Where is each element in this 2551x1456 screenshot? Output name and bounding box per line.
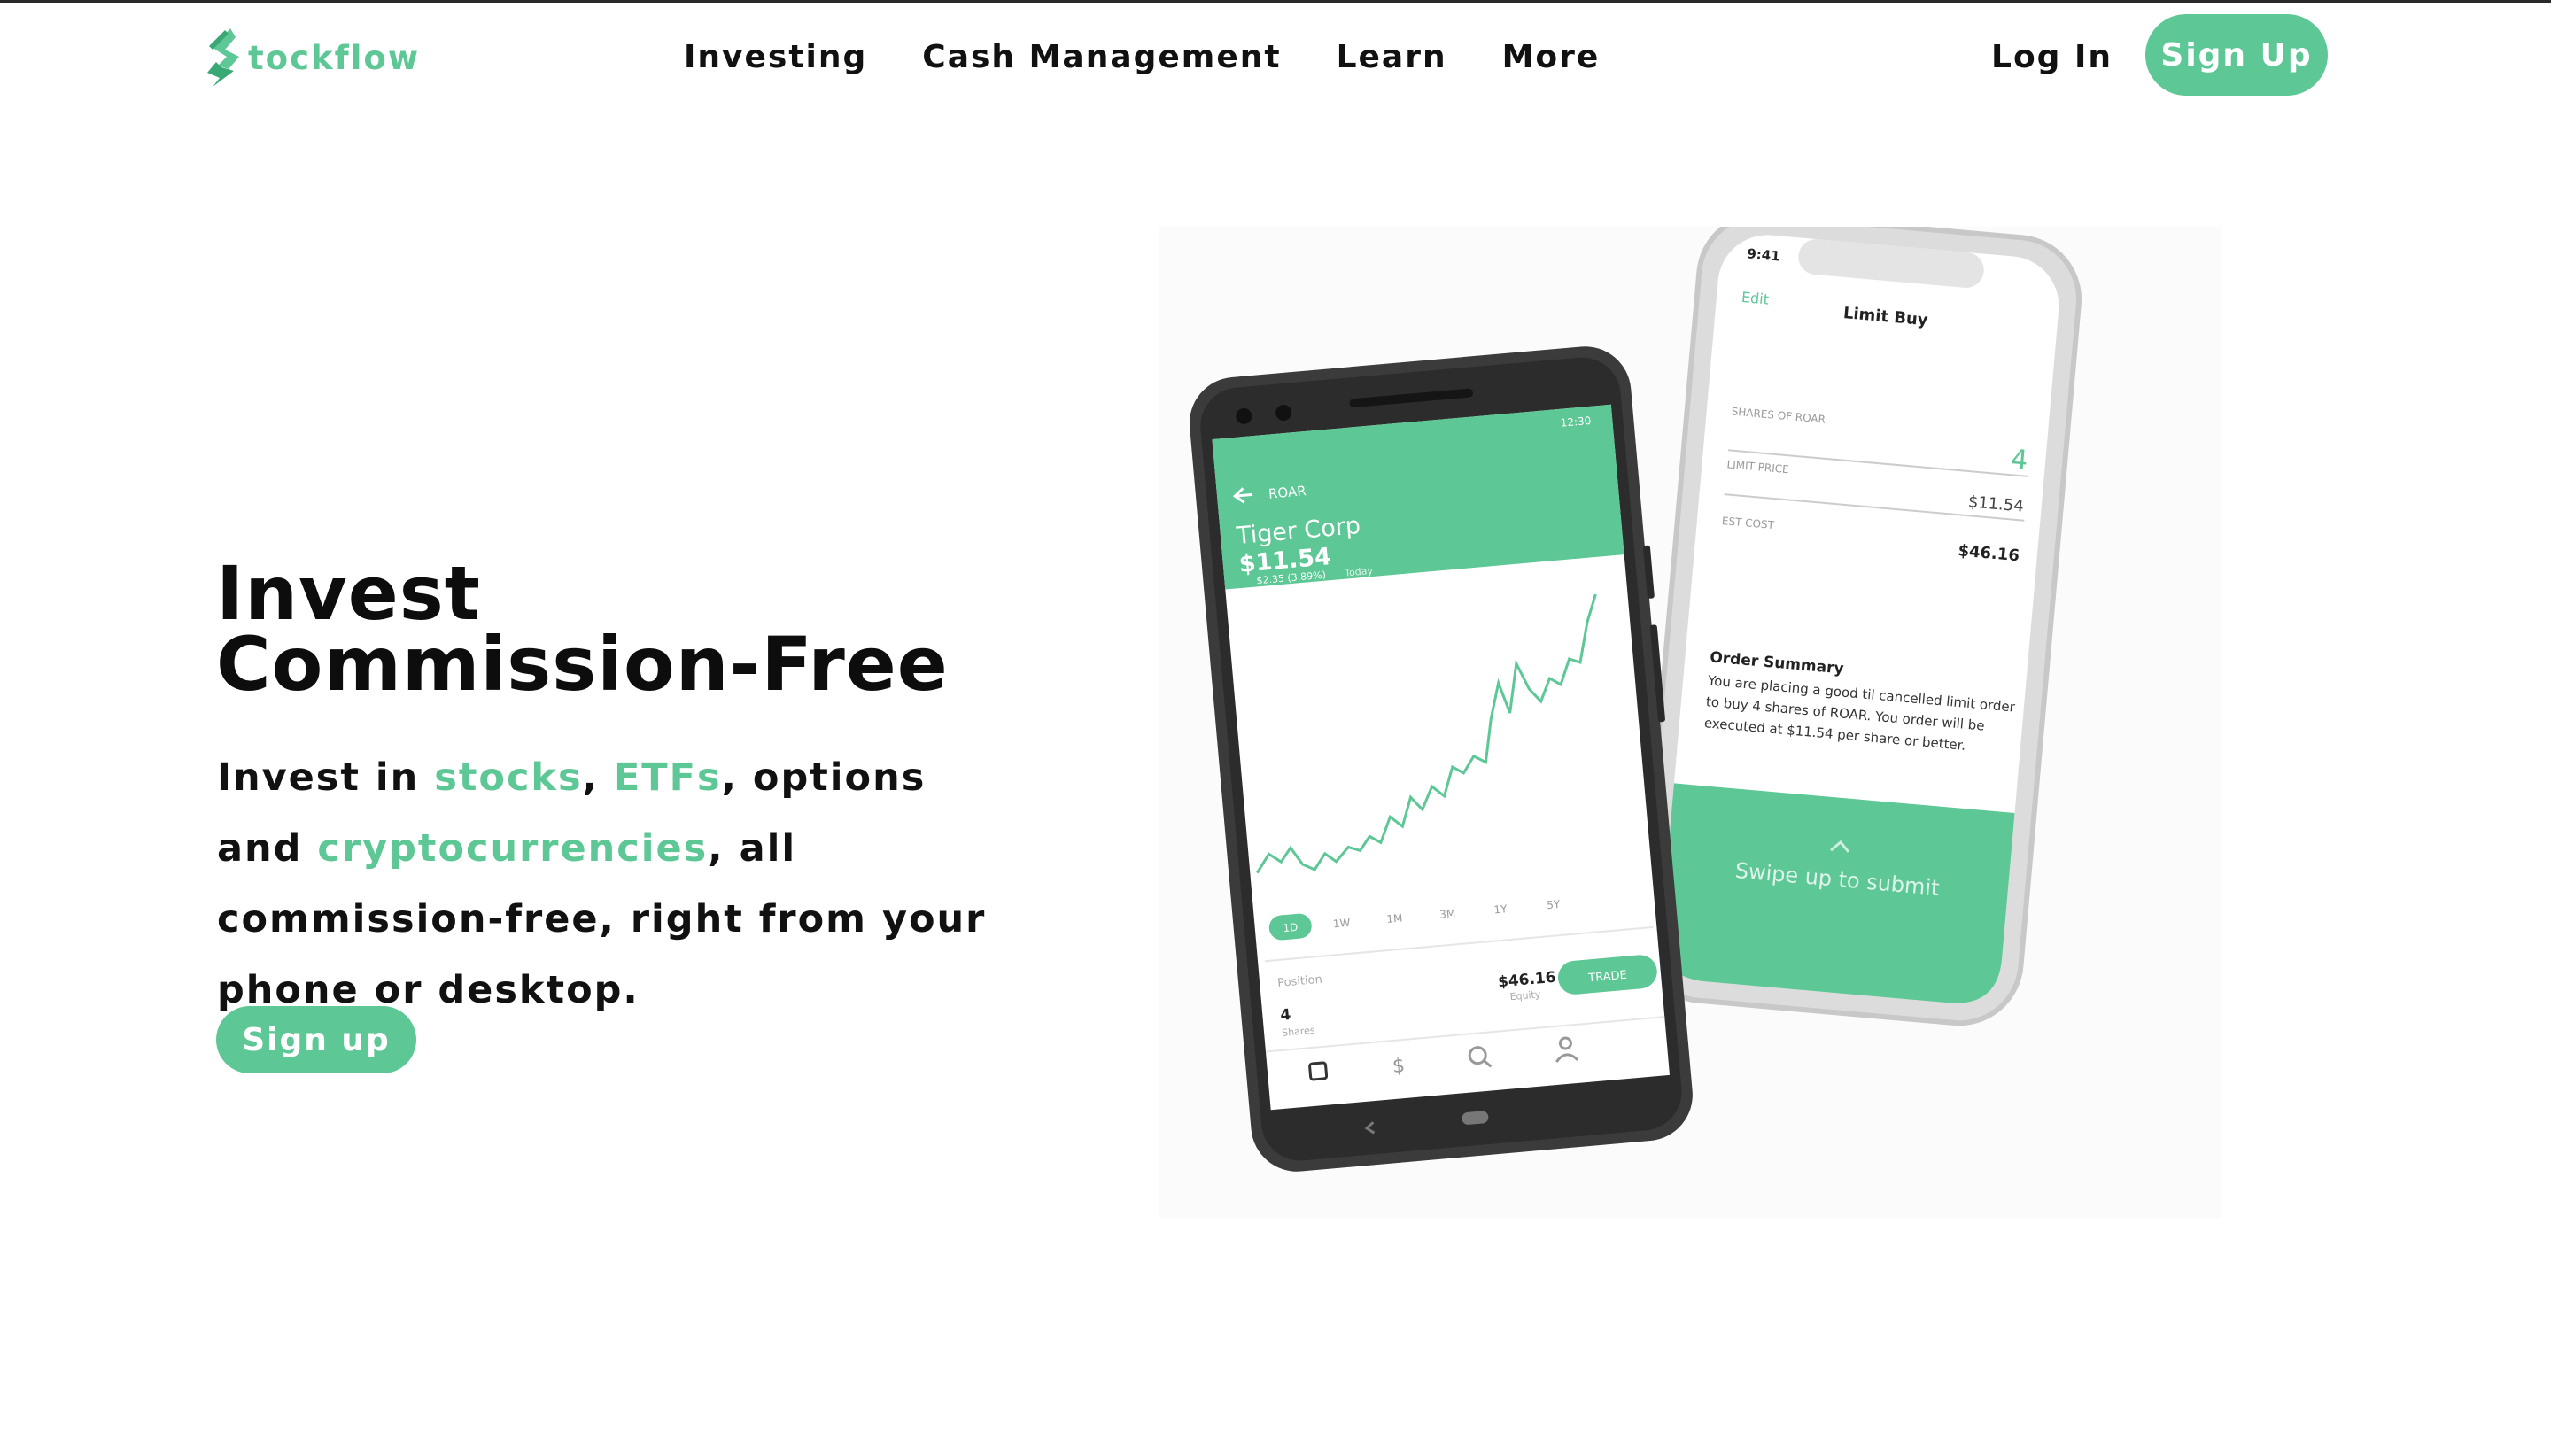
range-1d[interactable]: 1D [1283, 921, 1299, 934]
hero-headline: Invest Commission-Free [216, 550, 949, 708]
nav-item-learn[interactable]: Learn [1337, 35, 1447, 80]
link-etfs[interactable]: ETFs [614, 755, 722, 800]
iphone-mockup: 9:41 Edit Limit Buy SHARES OF ROAR 4 LIM… [1638, 227, 2082, 1026]
nav-item-investing[interactable]: Investing [684, 35, 867, 80]
range-3m[interactable]: 3M [1439, 907, 1456, 921]
top-border [0, 0, 2551, 3]
subtext-part: Invest in [217, 755, 435, 800]
headline-line-1: Invest [216, 550, 481, 637]
hero-subtext: Invest in stocks, ETFs, options and cryp… [217, 742, 1014, 1026]
android-ticker: ROAR [1268, 483, 1307, 502]
iphone-edit-label: Edit [1741, 289, 1770, 308]
signup-button-hero[interactable]: Sign up [216, 1006, 416, 1073]
nav-item-cash-management[interactable]: Cash Management [922, 35, 1281, 80]
swipe-panel[interactable] [1657, 783, 2015, 1007]
android-shares-value: 4 [1280, 1006, 1292, 1025]
login-link[interactable]: Log In [1991, 35, 2113, 80]
iphone-shares-value: 4 [2010, 444, 2029, 476]
link-cryptocurrencies[interactable]: cryptocurrencies [317, 826, 708, 871]
range-5y[interactable]: 5Y [1547, 898, 1562, 911]
phones-svg: 9:41 Edit Limit Buy SHARES OF ROAR 4 LIM… [1189, 227, 2082, 1172]
android-mockup: 12:30 ROAR Tiger Corp $11.54 $2.35 (3.89… [1189, 346, 1693, 1172]
range-1w[interactable]: 1W [1332, 917, 1351, 931]
subtext-part: , [582, 755, 614, 800]
link-stocks[interactable]: stocks [434, 755, 582, 800]
logo[interactable]: tockflow [204, 27, 420, 89]
logo-s-icon [207, 28, 239, 87]
main-nav: Investing Cash Management Learn More [684, 35, 1655, 80]
phones-illustration: 9:41 Edit Limit Buy SHARES OF ROAR 4 LIM… [1159, 227, 2221, 1219]
headline-line-2: Commission-Free [216, 621, 949, 708]
range-1y[interactable]: 1Y [1493, 902, 1508, 916]
iphone-status-time: 9:41 [1747, 245, 1781, 264]
dollar-icon[interactable]: $ [1392, 1055, 1406, 1078]
signup-button-header[interactable]: Sign Up [2145, 14, 2328, 96]
logo-text: tockflow [248, 38, 421, 77]
range-1m[interactable]: 1M [1386, 912, 1403, 926]
nav-item-more[interactable]: More [1502, 35, 1601, 80]
